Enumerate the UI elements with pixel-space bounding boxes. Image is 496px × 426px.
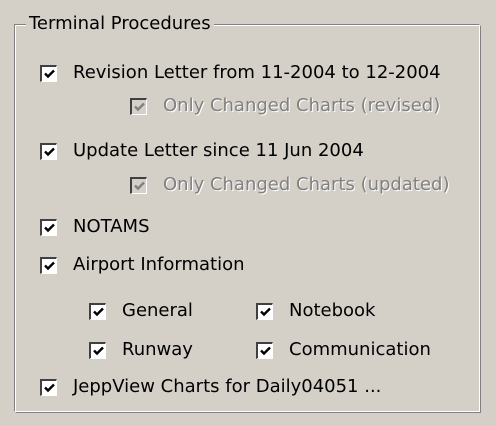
airport-information-label: Airport Information (73, 254, 245, 275)
check-mark-icon (259, 307, 271, 316)
check-mark-icon (133, 181, 145, 190)
notams-label: NOTAMS (73, 216, 150, 237)
communication-checkbox[interactable] (256, 341, 273, 359)
general-option[interactable]: General (89, 298, 193, 324)
notams-checkbox[interactable] (40, 218, 57, 236)
update-letter-option[interactable]: Update Letter since 11 Jun 2004 (40, 138, 364, 164)
check-mark-icon (43, 223, 55, 232)
notebook-label: Notebook (289, 300, 376, 321)
check-mark-icon (259, 346, 271, 355)
general-checkbox[interactable] (89, 302, 106, 320)
check-mark-icon (43, 147, 55, 156)
communication-option[interactable]: Communication (256, 337, 431, 363)
check-mark-icon (92, 307, 104, 316)
communication-label: Communication (289, 339, 431, 360)
revision-only-changed-option: Only Changed Charts (revised) (130, 93, 440, 119)
check-mark-icon (43, 69, 55, 78)
runway-option[interactable]: Runway (89, 337, 193, 363)
check-mark-icon (133, 102, 145, 111)
runway-label: Runway (122, 339, 193, 360)
terminal-procedures-panel: Terminal Procedures Revision Letter from… (0, 0, 496, 426)
check-mark-icon (92, 346, 104, 355)
update-only-changed-label: Only Changed Charts (updated) (163, 174, 450, 195)
groupbox-title: Terminal Procedures (26, 12, 214, 36)
revision-letter-label: Revision Letter from 11-2004 to 12-2004 (73, 62, 441, 83)
revision-letter-option[interactable]: Revision Letter from 11-2004 to 12-2004 (40, 60, 441, 86)
update-letter-label: Update Letter since 11 Jun 2004 (73, 140, 364, 161)
jeppview-charts-checkbox[interactable] (40, 378, 57, 396)
runway-checkbox[interactable] (89, 341, 106, 359)
update-only-changed-option: Only Changed Charts (updated) (130, 172, 449, 198)
airport-information-checkbox[interactable] (40, 256, 57, 274)
notebook-option[interactable]: Notebook (256, 298, 375, 324)
update-only-changed-checkbox (130, 176, 147, 194)
check-mark-icon (43, 261, 55, 270)
check-mark-icon (43, 383, 55, 392)
jeppview-charts-option[interactable]: JeppView Charts for Daily04051 ... (40, 374, 381, 400)
revision-letter-checkbox[interactable] (40, 64, 57, 82)
general-label: General (122, 300, 193, 321)
airport-information-option[interactable]: Airport Information (40, 252, 245, 278)
notams-option[interactable]: NOTAMS (40, 214, 150, 240)
notebook-checkbox[interactable] (256, 302, 273, 320)
update-letter-checkbox[interactable] (40, 142, 57, 160)
revision-only-changed-checkbox (130, 97, 147, 115)
revision-only-changed-label: Only Changed Charts (revised) (163, 95, 441, 116)
jeppview-charts-label: JeppView Charts for Daily04051 ... (73, 376, 382, 397)
